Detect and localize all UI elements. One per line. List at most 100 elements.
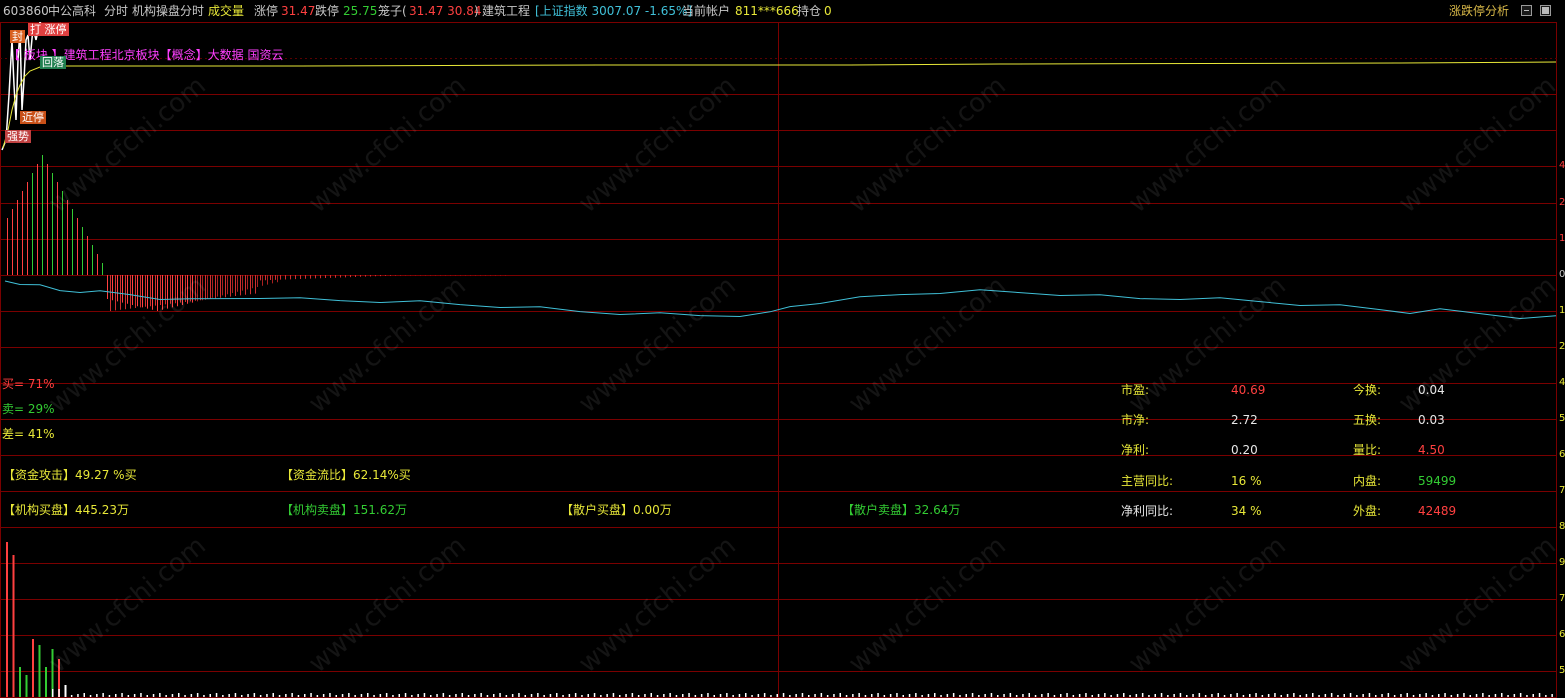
volume-bar [1091, 695, 1093, 697]
chart-canvas [0, 19, 1557, 698]
volume-bar [1545, 695, 1547, 697]
volume-bar [165, 695, 167, 697]
volume-bar [1173, 694, 1175, 697]
volume-bar [915, 693, 917, 697]
volume-bar [19, 667, 21, 697]
vol-ratio-value: 4.50 [1418, 443, 1445, 457]
volume-bar [1009, 693, 1012, 697]
volume-bar [70, 695, 73, 697]
volume-bar [297, 695, 300, 697]
volume-bar [763, 693, 766, 697]
volume-bar [877, 693, 879, 697]
volume-bar [184, 695, 186, 697]
volume-bar [291, 693, 293, 697]
volume-bar [1230, 694, 1232, 697]
volume-bar [379, 694, 382, 697]
limit-down-value: 25.75 [343, 4, 378, 18]
volume-bar [940, 695, 942, 697]
volume-bar [978, 695, 980, 697]
scale-label: 5 [1559, 665, 1565, 676]
volume-bar [322, 694, 325, 697]
inst-sell: 【机构卖盘】151.62万 [281, 503, 407, 517]
volume-bar [505, 695, 508, 697]
scale-label: 7 [1559, 485, 1565, 496]
volume-bar [1192, 694, 1194, 697]
inner-value: 59499 [1418, 474, 1457, 488]
header-bar: 603860 中公高科 分时 机构操盘分时 成交量 涨停 31.47 跌停 25… [0, 0, 1565, 22]
volume-bar [1507, 695, 1509, 697]
volume-bar [215, 693, 218, 697]
volume-bar [480, 693, 482, 697]
volume-bar [64, 689, 67, 697]
volume-bar [1488, 695, 1490, 697]
tag-near-limit: 近停 [20, 111, 46, 124]
volume-bar [1078, 694, 1081, 697]
volume-bar [593, 693, 596, 697]
minimize-icon[interactable] [1521, 5, 1532, 16]
volume-bar [392, 695, 394, 697]
volume-bar [266, 694, 268, 697]
volume-bar [45, 667, 47, 697]
pe-label: 市盈: [1121, 383, 1150, 397]
limit-analysis-button[interactable]: 涨跌停分析 [1449, 4, 1509, 18]
volume-bar [719, 694, 722, 697]
volume-bar [1293, 693, 1295, 697]
volume-bar [1494, 694, 1497, 697]
volume-bar [1204, 695, 1207, 697]
volume-bar [864, 695, 867, 697]
volume-bar [354, 695, 356, 697]
indicator-name[interactable]: 机构操盘分时 [132, 4, 204, 18]
volume-bar [133, 694, 136, 697]
volume-bar [146, 695, 148, 697]
volume-bar [663, 694, 665, 697]
volume-bar [952, 693, 955, 697]
capital-attack-value: 49.27 %买 [75, 468, 137, 482]
volume-bar [871, 694, 873, 697]
volume-bar [467, 695, 470, 697]
diff-ratio: 差= 41% [2, 427, 55, 441]
volume-bar [152, 694, 155, 697]
volume-bar [1034, 695, 1037, 697]
maximize-icon[interactable] [1540, 5, 1551, 16]
volume-bar [1463, 693, 1465, 697]
volume-bar [619, 695, 621, 697]
volume-bar [625, 694, 627, 697]
volume-bar [83, 693, 85, 697]
volume-bar [140, 693, 142, 697]
volume-bar [574, 693, 577, 697]
volume-bar [247, 694, 249, 697]
retail-sell-value: 32.64万 [914, 503, 961, 517]
volume-bar [1343, 694, 1345, 697]
volume-bar [694, 695, 697, 697]
volume-bar [1072, 695, 1075, 697]
volume-bar [448, 695, 451, 697]
scale-label: 5 [1559, 413, 1565, 424]
volume-bar [1242, 695, 1245, 697]
volume-bar [121, 693, 123, 697]
volume-bar [738, 694, 741, 697]
volume-bar [770, 695, 772, 697]
volume-bar [959, 695, 961, 697]
volume-bar [669, 693, 671, 697]
volume-bar [845, 695, 848, 697]
mode-tab[interactable]: 分时 [104, 4, 128, 18]
volume-bar [732, 695, 734, 697]
volume-bar [921, 695, 923, 697]
industry-name[interactable]: 建筑工程 [482, 4, 530, 18]
pb-label: 市净: [1121, 413, 1150, 427]
volume-bar [341, 694, 344, 697]
volume-bar [1223, 695, 1226, 697]
volume-bar [442, 693, 445, 697]
volume-bar [499, 693, 501, 697]
scale-label: 7 [1559, 593, 1565, 604]
volume-bar [1381, 694, 1383, 697]
volume-bar [398, 694, 400, 697]
volume-bar [304, 694, 306, 697]
cage-label: 笼子( [378, 4, 407, 18]
volume-bar [329, 693, 331, 697]
volume-bar [1167, 695, 1169, 697]
volume-bar [1444, 693, 1446, 697]
volume-bar [1236, 693, 1238, 697]
sell-ratio: 卖= 29% [2, 402, 55, 416]
volume-bar [436, 694, 438, 697]
